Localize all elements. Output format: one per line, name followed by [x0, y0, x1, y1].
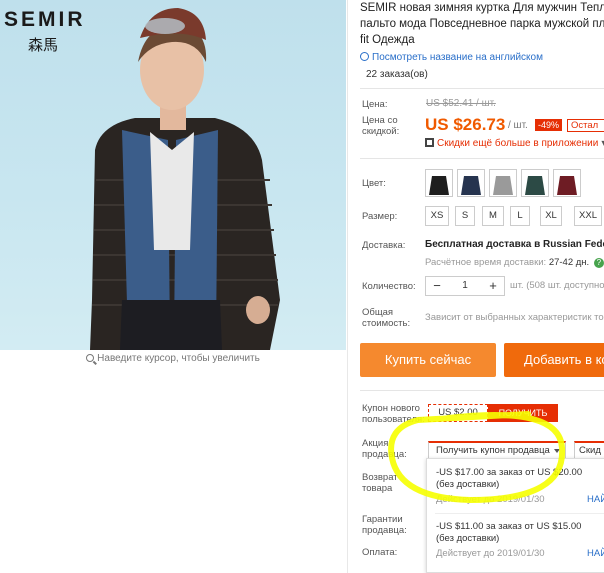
stock-available: шт. (508 шт. доступно)	[510, 280, 604, 291]
qr-code-icon	[425, 138, 434, 147]
title-line: пальто мода Повседневное парка мужской п…	[360, 18, 604, 30]
coupon-validity: Действует до 2019/01/30	[436, 494, 545, 505]
title-line: fit Одежда	[360, 34, 415, 46]
title-line: SEMIR новая зимняя куртка Для мужчин Теп…	[360, 2, 604, 14]
size-xxl[interactable]: XXL	[574, 206, 602, 226]
quantity-label: Количество:	[362, 281, 416, 292]
color-label: Цвет:	[362, 178, 386, 189]
time-remaining-badge: Остал	[567, 119, 604, 132]
quantity-stepper: − 1 +	[425, 276, 505, 296]
get-coupon-button[interactable]: ПОЛУЧИТЬ	[488, 404, 558, 422]
brand-logo: SEMIR 森馬	[4, 8, 86, 55]
coupon-item: -US $17.00 за заказ от US $20.00 (без до…	[436, 467, 582, 491]
color-swatch-black[interactable]	[425, 169, 453, 197]
color-swatch-wine[interactable]	[553, 169, 581, 197]
size-xs[interactable]: XS	[425, 206, 449, 226]
seller-discount-tab[interactable]: Скид	[574, 441, 604, 459]
total-value: Зависит от выбранных характеристик тов	[425, 312, 604, 323]
brand-name: SEMIR	[4, 8, 86, 31]
seller-coupon-dropdown-label: Получить купон продавца	[436, 445, 550, 456]
size-xl[interactable]: XL	[540, 206, 562, 226]
new-user-coupon-label: Купон нового пользователя:	[362, 403, 425, 425]
chevron-down-icon	[554, 449, 560, 453]
search-icon	[86, 354, 95, 362]
payment-label: Оплата:	[362, 547, 398, 558]
translate-text: Посмотреть название на английском	[372, 52, 543, 63]
total-label: Общая стоимость:	[362, 307, 411, 329]
divider	[360, 88, 604, 89]
return-label: Возврат товара	[362, 472, 398, 494]
seller-promo-label: Акция продавца:	[362, 438, 407, 460]
divider	[435, 513, 604, 514]
coupon-text: -US $17.00 за заказ от US $20.00	[436, 467, 583, 478]
orders-count: 22 заказа(ов)	[366, 69, 428, 80]
jacket-thumb	[525, 176, 545, 195]
divider	[360, 390, 604, 391]
delivery-time: Расчётное время доставки: 27-42 дн. ?	[425, 257, 604, 268]
get-seller-coupon-button[interactable]: НАЙ	[587, 548, 604, 559]
coupon-validity: Действует до 2019/01/30	[436, 548, 545, 559]
size-s[interactable]: S	[455, 206, 475, 226]
delivery-time-label: Расчётное время доставки:	[425, 257, 547, 268]
brand-chinese: 森馬	[27, 36, 58, 54]
coupon-item: -US $11.00 за заказ от US $15.00 (без до…	[436, 521, 581, 545]
new-user-coupon-value: US $2.00	[428, 404, 488, 422]
seller-coupon-dropdown[interactable]: Получить купон продавца	[428, 441, 566, 459]
zoom-hint: Наведите курсор, чтобы увеличить	[0, 353, 346, 364]
jacket-thumb	[429, 176, 449, 195]
zoom-hint-text: Наведите курсор, чтобы увеличить	[97, 353, 260, 364]
quantity-minus-button[interactable]: −	[426, 277, 448, 295]
delivery-label: Доставка:	[362, 240, 406, 251]
color-swatch-dark-green[interactable]	[521, 169, 549, 197]
jacket-thumb	[557, 176, 577, 195]
app-discount-link[interactable]: Скидки ещё больше в приложении ▾	[425, 138, 604, 149]
get-seller-coupon-button[interactable]: НАЙ	[587, 494, 604, 505]
jacket-thumb	[461, 176, 481, 195]
app-discount-text: Скидки ещё больше в приложении	[437, 138, 599, 149]
delivery-time-value: 27-42 дн.	[548, 257, 590, 268]
help-icon[interactable]: ?	[593, 258, 604, 268]
product-title: SEMIR новая зимняя куртка Для мужчин Теп…	[360, 0, 604, 48]
globe-icon	[360, 52, 369, 61]
delivery-value[interactable]: Бесплатная доставка в Russian Federat	[425, 239, 604, 250]
current-price: US $26.73	[425, 115, 506, 134]
divider	[347, 0, 348, 573]
size-label: Размер:	[362, 211, 398, 222]
size-m[interactable]: M	[482, 206, 504, 226]
quantity-plus-button[interactable]: +	[482, 277, 504, 295]
buy-now-button[interactable]: Купить сейчас	[360, 343, 496, 377]
add-to-cart-button[interactable]: Добавить в кор	[504, 343, 604, 377]
size-l[interactable]: L	[510, 206, 530, 226]
color-swatch-grey[interactable]	[489, 169, 517, 197]
price-label: Цена:	[362, 99, 388, 110]
coupon-note: (без доставки)	[436, 479, 500, 490]
seller-coupon-popup: -US $17.00 за заказ от US $20.00 (без до…	[426, 458, 604, 573]
product-image[interactable]: SEMIR 森馬	[0, 0, 346, 350]
product-info-panel: SEMIR новая зимняя куртка Для мужчин Теп…	[352, 0, 604, 573]
color-swatch-navy[interactable]	[457, 169, 485, 197]
jacket-thumb	[493, 176, 513, 195]
discount-price-label: Цена со скидкой:	[362, 115, 400, 137]
divider	[360, 158, 604, 159]
translate-link[interactable]: Посмотреть название на английском	[360, 52, 543, 63]
quantity-input[interactable]: 1	[448, 277, 482, 295]
discount-badge: -49%	[535, 119, 563, 131]
price-unit: / шт.	[508, 120, 528, 131]
coupon-text: -US $11.00 за заказ от US $15.00	[436, 521, 582, 532]
old-price: US $52.41 / шт.	[426, 98, 496, 109]
guarantee-label: Гарантии продавца:	[362, 514, 407, 536]
coupon-note: (без доставки)	[436, 533, 500, 544]
